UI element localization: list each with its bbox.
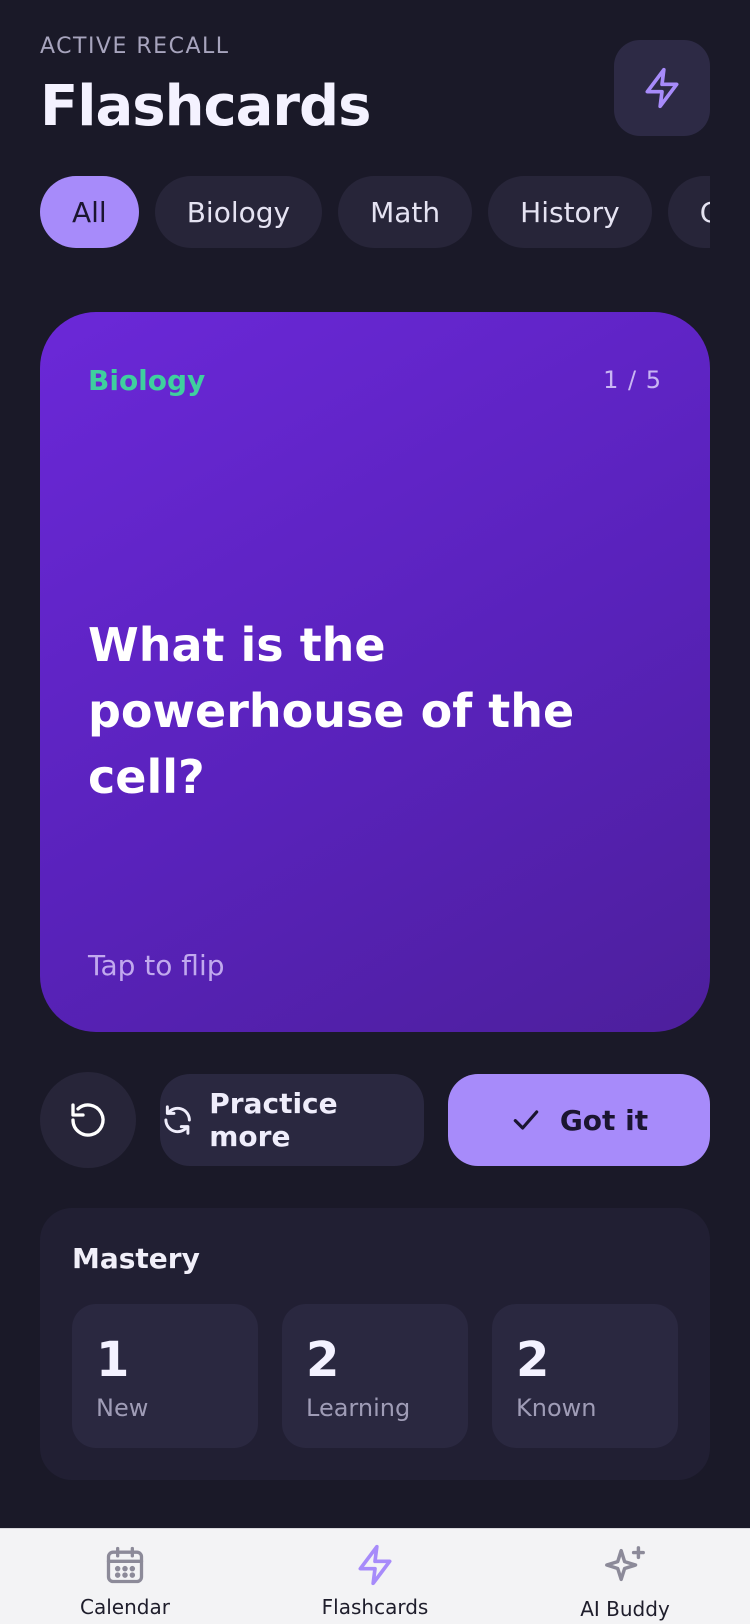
nav-label-calendar: Calendar bbox=[80, 1595, 170, 1619]
calendar-icon bbox=[106, 1546, 144, 1584]
card-question: What is the powerhouse of the cell? bbox=[88, 618, 575, 804]
card-counter: 1 / 5 bbox=[603, 366, 662, 394]
flip-hint: Tap to flip bbox=[88, 949, 225, 982]
chip-all[interactable]: All bbox=[40, 176, 139, 248]
nav-label-flashcards: Flashcards bbox=[321, 1595, 429, 1619]
stat-learning: 2 Learning bbox=[282, 1304, 468, 1448]
stat-label: Learning bbox=[306, 1394, 411, 1422]
sparkles-icon bbox=[605, 1546, 645, 1582]
nav-item-calendar[interactable]: Calendar bbox=[0, 1529, 250, 1624]
stat-label: New bbox=[96, 1394, 149, 1422]
stat-value: 2 bbox=[306, 1332, 340, 1388]
rotate-ccw-icon bbox=[71, 1103, 105, 1137]
nav-item-ai-buddy[interactable]: AI Buddy bbox=[500, 1529, 750, 1624]
refresh-icon bbox=[164, 1105, 191, 1135]
eyebrow-label: ACTIVE RECALL bbox=[40, 34, 230, 59]
stat-value: 2 bbox=[516, 1332, 550, 1388]
got-it-label: Got it bbox=[559, 1103, 649, 1137]
chip-math[interactable]: Math bbox=[338, 176, 473, 248]
category-filter: All Biology Math History Chemistry bbox=[40, 176, 710, 248]
check-icon bbox=[513, 1110, 539, 1130]
flashcard[interactable]: Biology 1 / 5 What is the powerhouse of … bbox=[40, 312, 710, 1032]
chip-chemistry[interactable]: Chemistry bbox=[667, 176, 710, 248]
stat-value: 1 bbox=[96, 1332, 130, 1388]
stat-label: Known bbox=[516, 1394, 597, 1422]
mastery-title: Mastery bbox=[72, 1242, 200, 1275]
nav-label-ai-buddy: AI Buddy bbox=[580, 1597, 670, 1621]
chip-history[interactable]: History bbox=[488, 176, 652, 248]
chip-biology[interactable]: Biology bbox=[154, 176, 323, 248]
quick-action-button[interactable] bbox=[614, 40, 710, 136]
practice-more-button[interactable]: Practice more bbox=[160, 1074, 424, 1166]
got-it-button[interactable]: Got it bbox=[448, 1074, 710, 1166]
reset-button[interactable] bbox=[40, 1072, 136, 1168]
bolt-icon bbox=[645, 67, 679, 109]
practice-more-label: Practice more bbox=[209, 1087, 338, 1153]
card-category: Biology bbox=[88, 364, 206, 397]
nav-item-flashcards[interactable]: Flashcards bbox=[250, 1529, 500, 1624]
page-title: Flashcards bbox=[40, 74, 371, 139]
mastery-panel: Mastery 1 New 2 Learning 2 Known bbox=[40, 1208, 710, 1480]
bottom-nav: Calendar Flashcards AI Buddy bbox=[0, 1528, 750, 1624]
bolt-icon bbox=[358, 1544, 392, 1586]
stat-new: 1 New bbox=[72, 1304, 258, 1448]
stat-known: 2 Known bbox=[492, 1304, 678, 1448]
flashcards-screen: ACTIVE RECALL Flashcards All Biology Mat… bbox=[0, 0, 750, 1624]
